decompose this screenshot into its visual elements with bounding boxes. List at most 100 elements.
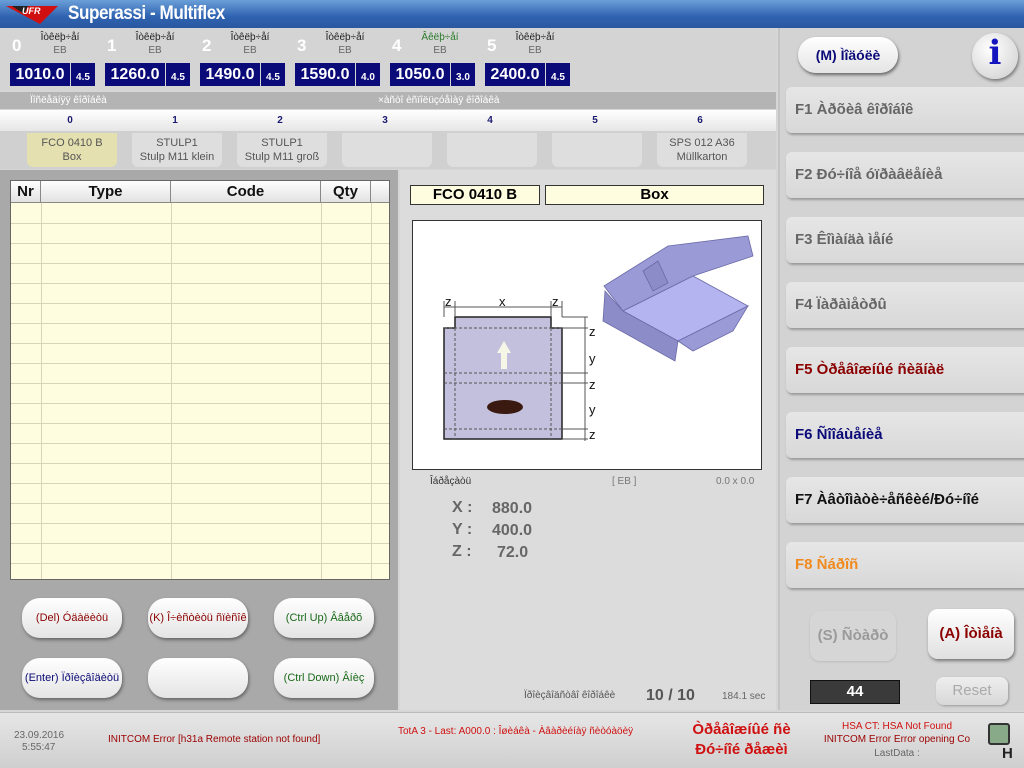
station-number: 2 (202, 36, 212, 55)
fkey-7-button[interactable]: F7 Àâòîìàòè÷åñêèé/Ðó÷íîé (786, 477, 1024, 523)
dim-label: z (589, 377, 596, 392)
station-number: 1 (107, 36, 117, 55)
queue-table[interactable]: Nr Type Code Qty (10, 180, 390, 580)
row-line (11, 363, 389, 364)
station-1[interactable]: 1 Îòêëþ÷åí EB 1260.0 4.5 (95, 28, 190, 88)
reset-button[interactable]: Reset (936, 677, 1008, 705)
col-code[interactable]: Code (171, 181, 321, 203)
start-button[interactable]: (S) Ñòàðò (810, 611, 896, 661)
station-sub-value: 4.5 (166, 63, 190, 86)
dim-label: y (589, 402, 596, 417)
status-time: 5:55:47 (22, 742, 56, 753)
last-box-label: Ïîñëåäíÿÿ êîðîáêà (30, 95, 107, 106)
modules-button[interactable]: (M) Ìîäóëè (798, 37, 898, 73)
station-3[interactable]: 3 Îòêëþ÷åí EB 1590.0 4.0 (285, 28, 380, 88)
station-sub-value: 4.5 (261, 63, 285, 86)
station-value: 2400.0 (485, 63, 545, 86)
produce-button[interactable]: (Enter) Ïðîèçâîäèòü (22, 658, 122, 698)
counter-display: 44 (810, 680, 900, 704)
slot-number: 1 (172, 115, 178, 126)
col-nr[interactable]: Nr (11, 181, 41, 203)
slot-2[interactable]: STULP1 Stulp M11 groß (237, 133, 327, 167)
col-line (321, 203, 322, 579)
fkey-5-button[interactable]: F5 Òðåâîæíûé ñèãíàë (786, 347, 1024, 393)
col-line (171, 203, 172, 579)
dim-label: z (589, 324, 596, 339)
trim-label: Îáðåçàòü (430, 476, 472, 487)
box-3d-illustration (602, 235, 754, 362)
station-value: 1050.0 (390, 63, 450, 86)
station-value: 1590.0 (295, 63, 355, 86)
col-qty[interactable]: Qty (321, 181, 371, 203)
stations-bar: 0 Îòêëþ÷åí EB 1010.0 4.5 1 Îòêëþ÷åí EB 12… (0, 28, 776, 90)
status-bar: 23.09.2016 5:55:47 INITCOM Error [h31a R… (0, 712, 1024, 768)
product-name: Box (545, 185, 764, 205)
delete-button[interactable]: (Del) Óäàëèòü (22, 598, 122, 638)
slot-code: STULP1 (261, 137, 303, 149)
fkey-6-button[interactable]: F6 Ñîîáùåíèå (786, 412, 1024, 458)
station-4[interactable]: 4 Âêëþ÷åí EB 1050.0 3.0 (380, 28, 475, 88)
station-sub-value: 4.5 (71, 63, 95, 86)
frequent-box-label: ×àñòî èñïîëüçóåìàÿ êîðîáêà (378, 95, 500, 106)
fkey-8-button[interactable]: F8 Ñáðîñ (786, 542, 1024, 588)
move-down-button[interactable]: (Ctrl Down) Âíèç (274, 658, 374, 698)
row-line (11, 543, 389, 544)
slot-4[interactable] (447, 133, 537, 167)
slot-name: Stulp M11 groß (244, 151, 320, 163)
x-value: 880.0 (492, 500, 533, 517)
station-unit: EB (338, 45, 352, 56)
cancel-button[interactable]: (A) Îòìåíà (928, 609, 1014, 659)
slot-1[interactable]: STULP1 Stulp M11 klein (132, 133, 222, 167)
station-5[interactable]: 5 Îòêëþ÷åí EB 2400.0 4.5 (475, 28, 570, 88)
row-line (11, 463, 389, 464)
slot-0[interactable]: FCO 0410 B Box (27, 133, 117, 167)
box-strip-labels: Ïîñëåäíÿÿ êîðîáêà ×àñòî èñïîëüçóåìàÿ êîð… (0, 92, 776, 109)
unit-label: [ EB ] (612, 476, 637, 487)
fkey-3-button[interactable]: F3 Êîìàíäà ìåíé (786, 217, 1024, 263)
station-number: 3 (297, 36, 307, 55)
flat-layout (443, 301, 588, 441)
slot-3[interactable] (342, 133, 432, 167)
station-state: Îòêëþ÷åí (230, 32, 270, 43)
fkey-1-button[interactable]: F1 Àðõèâ êîðîáîê (786, 87, 1024, 133)
clear-list-button[interactable]: (K) Î÷èñòèòü ñïèñîê (148, 598, 248, 638)
station-value: 1260.0 (105, 63, 165, 86)
slot-number: 0 (67, 115, 73, 126)
size-label: 0.0 x 0.0 (716, 476, 755, 487)
slot-code: STULP1 (156, 137, 198, 149)
info-button[interactable]: i (972, 33, 1018, 79)
box-diagram-svg: z x z z y z y z (443, 235, 754, 442)
station-sub-value: 4.5 (546, 63, 570, 86)
title-bar: UFR Superassi - Multiflex (0, 0, 1024, 28)
move-up-button[interactable]: (Ctrl Up) Ââåðõ (274, 598, 374, 638)
slot-number: 3 (382, 115, 388, 126)
station-number: 5 (487, 36, 497, 55)
slot-name: Box (62, 151, 82, 163)
dim-label: y (589, 351, 596, 366)
row-line (11, 563, 389, 564)
ufr-logo: UFR (6, 6, 58, 24)
row-line (11, 243, 389, 244)
slot-number: 4 (487, 115, 493, 126)
col-type[interactable]: Type (41, 181, 171, 203)
slot-6[interactable]: SPS 012 A36 Müllkarton (657, 133, 747, 167)
station-2[interactable]: 2 Îòêëþ÷åí EB 1490.0 4.5 (190, 28, 285, 88)
col-line (371, 203, 372, 579)
station-value: 1010.0 (10, 63, 70, 86)
station-0[interactable]: 0 Îòêëþ÷åí EB 1010.0 4.5 (0, 28, 95, 88)
slot-name: Stulp M11 klein (139, 151, 215, 163)
y-value: 400.0 (492, 522, 533, 539)
station-state: Âêëþ÷åí (421, 32, 459, 43)
fkey-2-button[interactable]: F2 Ðó÷íîå óïðàâëåíèå (786, 152, 1024, 198)
station-sub-value: 3.0 (451, 63, 475, 86)
row-line (11, 263, 389, 264)
scrollbar-corner (371, 181, 389, 203)
corner-h: H (1002, 745, 1013, 762)
blank-button[interactable] (148, 658, 248, 698)
initcom-error: INITCOM Error [h31a Remote station not f… (108, 734, 321, 745)
slot-5[interactable] (552, 133, 642, 167)
station-state: Îòêëþ÷åí (515, 32, 555, 43)
production-count: 10 / 10 (646, 687, 695, 704)
fkey-4-button[interactable]: F4 Ïàðàìåòðû (786, 282, 1024, 328)
row-line (11, 283, 389, 284)
